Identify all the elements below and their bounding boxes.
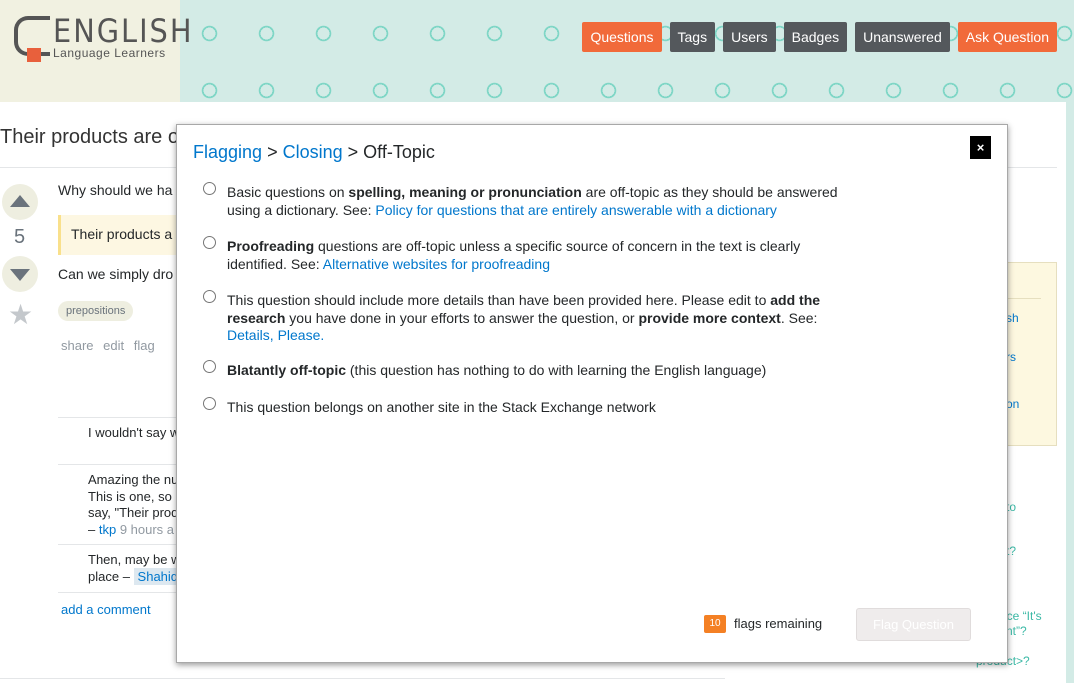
flags-remaining-label: flags remaining <box>734 616 823 631</box>
site-header: ENGLISH Language Learners Questions Tags… <box>0 0 1074 102</box>
comment-user[interactable]: Shahid <box>133 567 183 585</box>
close-button[interactable]: × <box>970 136 991 159</box>
breadcrumb-flagging[interactable]: Flagging <box>193 142 262 162</box>
breadcrumb-separator: > <box>347 142 359 162</box>
comment-text: I wouldn't say w <box>88 425 180 440</box>
option-radio[interactable] <box>203 236 216 249</box>
option-radio[interactable] <box>203 290 216 303</box>
option-bold: Blatantly off-topic <box>227 362 346 378</box>
nav-questions[interactable]: Questions <box>582 22 662 52</box>
breadcrumb: Flagging > Closing > Off-Topic <box>193 142 435 163</box>
question-body: Can we simply dro <box>58 266 174 282</box>
nav-badges[interactable]: Badges <box>783 22 848 52</box>
breadcrumb-current: Off-Topic <box>363 142 435 162</box>
divider <box>58 417 188 418</box>
comment: Amazing the nu This is one, so say, "The… <box>88 472 179 537</box>
comment-text: Amazing the nu <box>88 472 179 487</box>
site-logo[interactable]: ENGLISH Language Learners <box>0 0 191 102</box>
flag-link[interactable]: flag <box>134 338 155 353</box>
option-bold: spelling, meaning or pronunciation <box>348 184 582 200</box>
divider <box>58 464 188 465</box>
arrow-down-icon <box>10 269 30 281</box>
divider <box>58 544 188 545</box>
option-link[interactable]: Details, Please. <box>227 327 324 343</box>
comment-text: place – <box>88 568 130 584</box>
comment: I wouldn't say w <box>88 425 179 442</box>
sidebar-link[interactable]: on <box>1006 397 1019 411</box>
option-text: This question belongs on another site in… <box>227 399 656 415</box>
nav-users[interactable]: Users <box>723 22 776 52</box>
arrow-up-icon <box>10 195 30 207</box>
comment-text: This is one, so <box>88 488 172 504</box>
top-nav: Questions Tags Users Badges Unanswered A… <box>582 22 1057 52</box>
question-title[interactable]: Their products are o <box>0 126 179 149</box>
nav-unanswered[interactable]: Unanswered <box>855 22 950 52</box>
option-bold: provide more context <box>638 309 781 326</box>
share-link[interactable]: share <box>61 338 94 353</box>
option-dictionary[interactable]: Basic questions on spelling, meaning or … <box>203 182 863 219</box>
option-text: This question should include more detail… <box>227 292 771 308</box>
tag-prepositions[interactable]: prepositions <box>58 301 134 321</box>
comment-time: 9 hours a <box>119 521 175 537</box>
option-proofreading[interactable]: Proofreading questions are off-topic unl… <box>203 236 863 273</box>
nav-tags[interactable]: Tags <box>669 22 716 52</box>
bookmark-icon <box>27 48 41 62</box>
option-another-site[interactable]: This question belongs on another site in… <box>203 397 863 417</box>
comment-text: Then, may be w <box>88 552 181 567</box>
blockquote: Their products a <box>58 215 188 255</box>
option-blatantly-off-topic[interactable]: Blatantly off-topic (this question has n… <box>203 360 863 380</box>
divider <box>0 678 725 679</box>
option-radio[interactable] <box>203 182 216 195</box>
favorite-star-icon[interactable]: ★ <box>8 301 33 329</box>
flag-question-button[interactable]: Flag Question <box>856 608 971 641</box>
option-text: you have done in your efforts to answer … <box>285 309 639 326</box>
vote-count: 5 <box>14 226 26 248</box>
edit-link[interactable]: edit <box>103 338 124 353</box>
logo-title: ENGLISH <box>53 12 194 50</box>
comment: Then, may be w place – Shahid <box>88 552 183 585</box>
option-link[interactable]: Policy for questions that are entirely a… <box>375 202 777 218</box>
add-comment-link[interactable]: add a comment <box>61 602 151 617</box>
related-link[interactable]: nt”? <box>1006 624 1027 638</box>
comment-user[interactable]: tkp <box>99 522 116 537</box>
option-link[interactable]: Alternative websites for proofreading <box>323 256 550 272</box>
divider <box>58 592 188 593</box>
logo-subtitle: Language Learners <box>53 46 166 60</box>
breadcrumb-separator: > <box>267 142 278 162</box>
page-border <box>1066 102 1074 683</box>
option-bold: Proofreading <box>227 238 315 254</box>
option-more-details[interactable]: This question should include more detail… <box>203 290 863 345</box>
ask-question-button[interactable]: Ask Question <box>957 22 1057 52</box>
breadcrumb-closing[interactable]: Closing <box>283 142 343 162</box>
downvote-button[interactable] <box>2 256 38 292</box>
option-radio[interactable] <box>203 397 216 410</box>
question-body: Why should we ha <box>58 182 173 198</box>
option-text: . See: <box>780 309 818 326</box>
flag-dialog: Flagging > Closing > Off-Topic × Basic q… <box>176 124 1008 663</box>
upvote-button[interactable] <box>2 184 38 220</box>
option-radio[interactable] <box>203 360 216 373</box>
option-text: (this question has nothing to do with le… <box>346 362 767 378</box>
post-menu: share edit flag <box>61 338 161 353</box>
comment-text: say, "Their prod <box>88 505 179 520</box>
option-text: Basic questions on <box>227 184 349 200</box>
flags-count-badge: 10 <box>704 615 726 633</box>
